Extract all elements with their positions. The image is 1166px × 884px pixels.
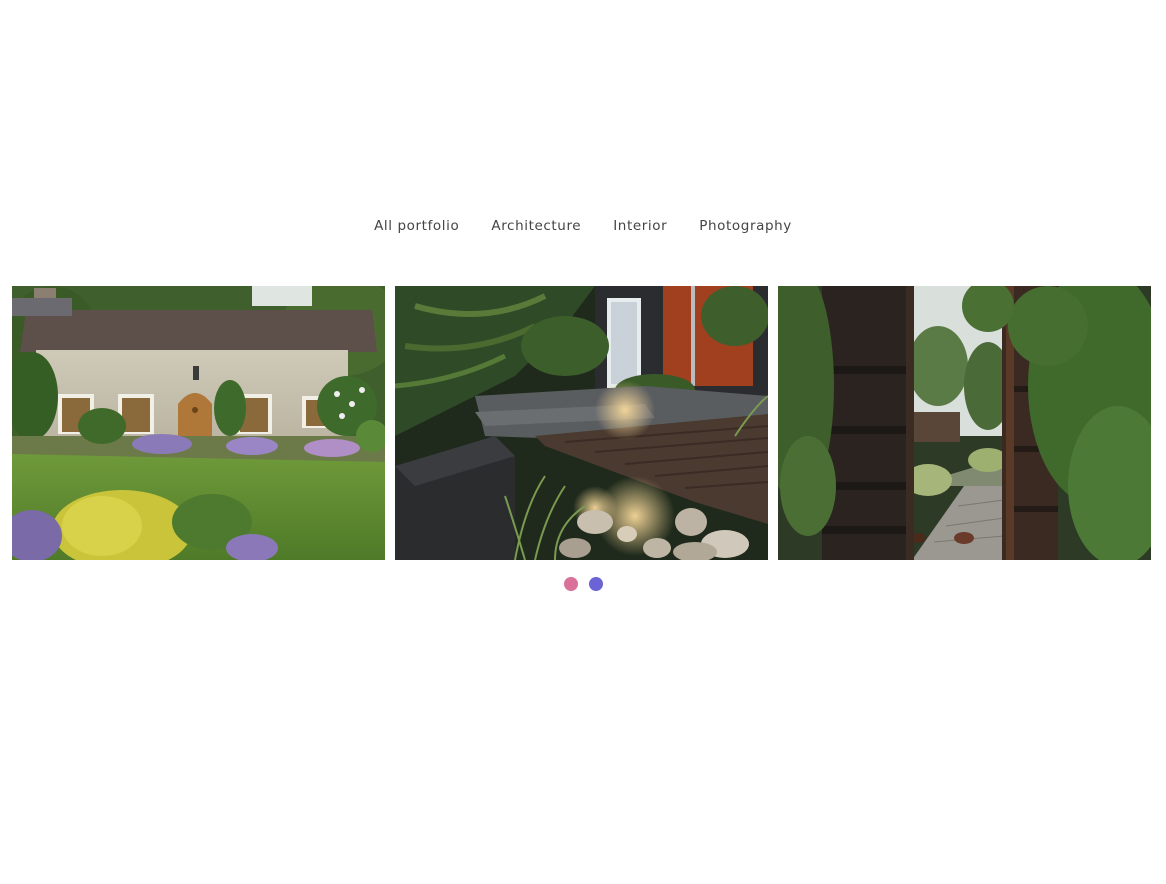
filter-photography[interactable]: Photography	[683, 214, 808, 238]
portfolio-filter-nav: All portfolio Architecture Interior Phot…	[0, 214, 1166, 238]
pagination-dot-2[interactable]	[588, 577, 603, 591]
portfolio-slide-garden-deck[interactable]	[395, 286, 768, 560]
cottage-image	[12, 286, 385, 560]
pagination-dot-1[interactable]	[563, 577, 578, 591]
portfolio-slider[interactable]	[12, 286, 1152, 560]
filter-interior[interactable]: Interior	[597, 214, 683, 238]
filter-all-portfolio[interactable]: All portfolio	[358, 214, 475, 238]
portfolio-slide-cottage[interactable]	[12, 286, 385, 560]
portfolio-slide-garden-gate[interactable]	[778, 286, 1151, 560]
garden-deck-image	[395, 286, 768, 560]
portfolio-page: All portfolio Architecture Interior Phot…	[0, 0, 1166, 884]
filter-architecture[interactable]: Architecture	[475, 214, 597, 238]
garden-gate-image	[778, 286, 1151, 560]
slider-pagination	[0, 577, 1166, 592]
